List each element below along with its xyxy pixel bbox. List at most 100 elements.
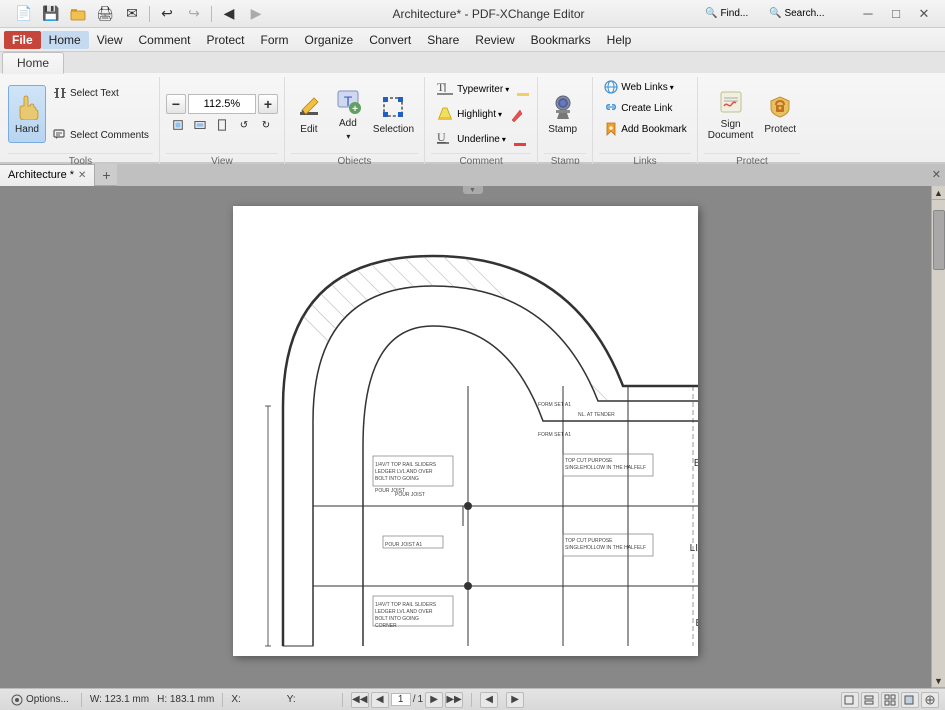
web-links-dropdown[interactable]: ▾ bbox=[670, 83, 674, 92]
scroll-track[interactable] bbox=[932, 200, 945, 674]
svg-text:SINGLEHOLLOW IN THE HALFELF: SINGLEHOLLOW IN THE HALFELF bbox=[565, 465, 646, 471]
view-mode-2-btn[interactable] bbox=[861, 692, 879, 708]
highlight-dropdown[interactable]: ▾ bbox=[498, 110, 502, 119]
y-label: Y: bbox=[287, 694, 296, 705]
menu-organize[interactable]: Organize bbox=[297, 31, 362, 49]
scroll-down-btn[interactable]: ▼ bbox=[932, 674, 945, 688]
svg-text:T: T bbox=[437, 80, 445, 94]
zoom-controls: − 112.5% + bbox=[166, 94, 278, 114]
menu-file[interactable]: File bbox=[4, 31, 41, 49]
nav-forward-btn[interactable]: ▶ bbox=[506, 692, 524, 708]
select-text-btn[interactable]: Select Text bbox=[49, 84, 153, 102]
view-mode-4-btn[interactable] bbox=[901, 692, 919, 708]
menu-bookmarks[interactable]: Bookmarks bbox=[523, 31, 599, 49]
highlight-btn[interactable]: Highlight ▾ bbox=[431, 102, 506, 126]
typewriter-btn[interactable]: T Typewriter ▾ bbox=[431, 77, 513, 101]
menu-help[interactable]: Help bbox=[599, 31, 640, 49]
undo-qat-btn[interactable]: ↩ bbox=[155, 2, 179, 26]
doc-tab-bar-end: ✕ bbox=[117, 164, 945, 186]
fit-page-btn[interactable] bbox=[168, 116, 188, 134]
next-page-btn[interactable]: ▶ bbox=[425, 692, 443, 708]
first-page-btn[interactable]: ◀◀ bbox=[351, 692, 369, 708]
prev-page-btn[interactable]: ◀ bbox=[371, 692, 389, 708]
zoom-in-btn[interactable]: + bbox=[258, 94, 278, 114]
scrollbar-right[interactable]: ▲ ▼ bbox=[931, 186, 945, 688]
group-comment: T Typewriter ▾ Highlight ▾ bbox=[425, 77, 538, 169]
stamp-btn[interactable]: Stamp bbox=[544, 85, 581, 143]
content-view-btn[interactable] bbox=[921, 692, 939, 708]
sep1 bbox=[81, 693, 82, 707]
ribbon: Home Hand Select Text bbox=[0, 52, 945, 164]
add-bookmark-btn[interactable]: Add Bookmark bbox=[599, 119, 691, 139]
single-page-btn[interactable] bbox=[212, 116, 232, 134]
group-comment-content: T Typewriter ▾ Highlight ▾ bbox=[431, 77, 531, 151]
search-btn[interactable]: 🔍Search... bbox=[769, 8, 849, 19]
doc-tab-close[interactable]: ✕ bbox=[78, 170, 86, 181]
redo-qat-btn[interactable]: ↪ bbox=[182, 2, 206, 26]
last-page-btn[interactable]: ▶▶ bbox=[445, 692, 463, 708]
sign-document-btn[interactable]: SignDocument bbox=[704, 85, 758, 143]
rotate-right-btn[interactable]: ↻ bbox=[256, 116, 276, 134]
nav-back-btn[interactable]: ◀ bbox=[480, 692, 498, 708]
group-view: − 112.5% + ↺ bbox=[160, 77, 285, 169]
page-input[interactable]: 1 bbox=[391, 693, 411, 706]
hand-icon bbox=[13, 93, 41, 121]
view-mode-3-btn[interactable] bbox=[881, 692, 899, 708]
zoom-out-btn[interactable]: − bbox=[166, 94, 186, 114]
fit-width-btn[interactable] bbox=[190, 116, 210, 134]
maximize-btn[interactable]: □ bbox=[883, 4, 909, 24]
menu-form[interactable]: Form bbox=[253, 31, 297, 49]
architecture-drawing: BEDROOMS LIVING ROOM BASEMENT 1/4V/T TOP… bbox=[233, 206, 698, 656]
protect-btn[interactable]: Protect bbox=[760, 85, 800, 143]
scroll-up-btn[interactable]: ▲ bbox=[932, 186, 945, 200]
menu-comment[interactable]: Comment bbox=[130, 31, 198, 49]
menu-view[interactable]: View bbox=[89, 31, 131, 49]
tab-home[interactable]: Home bbox=[2, 52, 64, 74]
options-btn[interactable]: Options... bbox=[6, 692, 73, 708]
print-qat-btn[interactable]: 🖨 bbox=[93, 2, 117, 26]
svg-text:1/4V/T TOP RAIL SLIDERS: 1/4V/T TOP RAIL SLIDERS bbox=[375, 462, 437, 468]
underline-color-icon bbox=[512, 131, 528, 147]
scroll-thumb[interactable] bbox=[933, 210, 945, 270]
menu-share[interactable]: Share bbox=[419, 31, 467, 49]
menu-review[interactable]: Review bbox=[467, 31, 522, 49]
doc-tab-architecture[interactable]: Architecture * ✕ bbox=[0, 164, 95, 186]
email-qat-btn[interactable]: ✉ bbox=[120, 2, 144, 26]
underline-dropdown[interactable]: ▾ bbox=[502, 135, 506, 144]
menu-protect[interactable]: Protect bbox=[199, 31, 253, 49]
menu-convert[interactable]: Convert bbox=[361, 31, 419, 49]
svg-text:LEDGER LVL AND OVER: LEDGER LVL AND OVER bbox=[375, 609, 433, 615]
svg-text:TOP CUT PURPOSE: TOP CUT PURPOSE bbox=[565, 538, 613, 544]
ribbon-content: Hand Select Text Select Comments Tools bbox=[0, 73, 945, 169]
new-tab-btn[interactable]: + bbox=[95, 164, 117, 186]
select-comments-btn[interactable]: Select Comments bbox=[49, 126, 153, 144]
hand-tool-btn[interactable]: Hand bbox=[8, 85, 46, 143]
selection-btn[interactable]: Selection bbox=[369, 85, 418, 143]
view-mode-1-btn[interactable] bbox=[841, 692, 859, 708]
add-btn[interactable]: T + Add ▾ bbox=[330, 85, 366, 143]
web-links-btn[interactable]: Web Links ▾ bbox=[599, 77, 678, 97]
typewriter-dropdown[interactable]: ▾ bbox=[505, 85, 509, 94]
add-bookmark-icon bbox=[603, 121, 619, 137]
save-qat-btn[interactable]: 💾 bbox=[39, 2, 63, 26]
close-btn[interactable]: ✕ bbox=[911, 4, 937, 24]
zoom-display[interactable]: 112.5% bbox=[188, 94, 256, 114]
menu-home[interactable]: Home bbox=[41, 31, 89, 49]
open-qat-btn[interactable] bbox=[66, 2, 90, 26]
collapse-indicator-top[interactable]: ▼ bbox=[463, 186, 483, 194]
edit-btn[interactable]: Edit bbox=[291, 85, 327, 143]
underline-btn[interactable]: U Underline ▾ bbox=[431, 127, 510, 151]
svg-text:SINGLEHOLLOW IN THE HALFELF: SINGLEHOLLOW IN THE HALFELF bbox=[565, 545, 646, 551]
doc-area-close[interactable]: ✕ bbox=[932, 168, 941, 181]
create-link-icon bbox=[603, 100, 619, 116]
rotate-left-btn[interactable]: ↺ bbox=[234, 116, 254, 134]
create-link-btn[interactable]: Create Link bbox=[599, 98, 676, 118]
document-tabs: Architecture * ✕ + ✕ bbox=[0, 164, 945, 186]
find-btn[interactable]: 🔍Find... bbox=[705, 8, 765, 19]
forward-qat-btn[interactable]: ▶ bbox=[244, 2, 268, 26]
document-canvas: BEDROOMS LIVING ROOM BASEMENT 1/4V/T TOP… bbox=[0, 186, 931, 688]
minimize-btn[interactable]: ─ bbox=[855, 4, 881, 24]
sep2 bbox=[222, 693, 223, 707]
back-qat-btn[interactable]: ◀ bbox=[217, 2, 241, 26]
svg-text:1/4V/T TOP RAIL SLIDERS: 1/4V/T TOP RAIL SLIDERS bbox=[375, 602, 437, 608]
